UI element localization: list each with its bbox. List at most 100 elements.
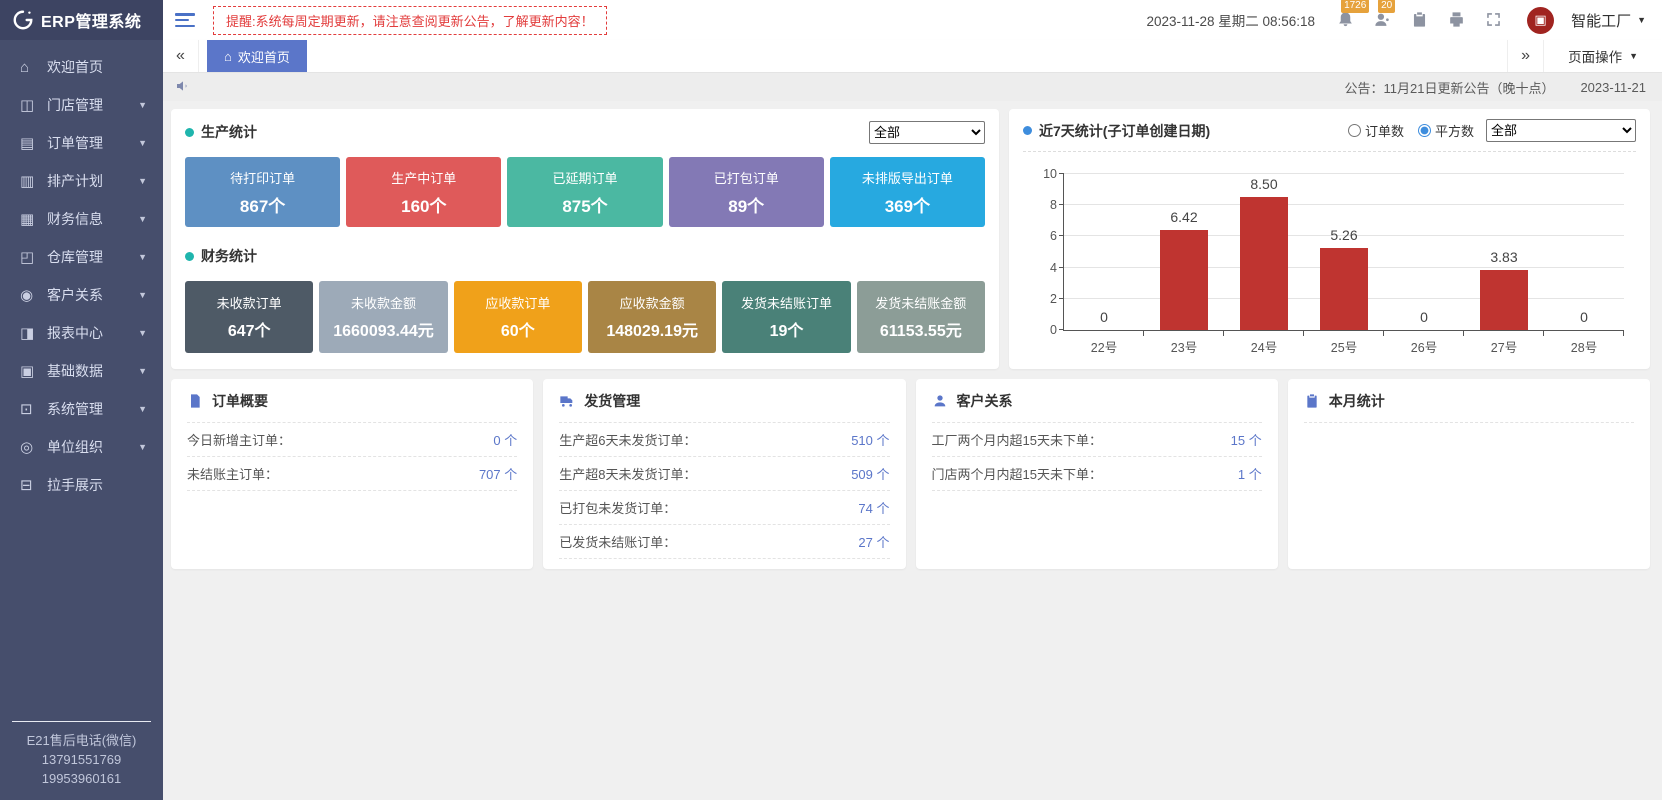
row-value[interactable]: 707 个 <box>479 464 517 483</box>
tab-welcome[interactable]: ⌂ 欢迎首页 <box>207 40 307 72</box>
menu-icon: ◫ <box>20 96 44 114</box>
stat-card-label: 应收款订单 <box>485 293 550 312</box>
stat-card[interactable]: 未收款订单 647个 <box>185 281 313 353</box>
row-value[interactable]: 0 个 <box>493 430 517 449</box>
chevron-down-icon: ▼ <box>138 214 147 224</box>
stat-card-value: 867个 <box>240 192 285 217</box>
sidebar-menu-item[interactable]: ◰ 仓库管理 ▼ <box>0 238 163 276</box>
stat-card-value: 89个 <box>728 192 764 217</box>
bar-chart: 0246810022号6.4223号8.5024号5.2625号026号3.83… <box>1027 158 1632 355</box>
x-axis-tick <box>1623 330 1624 336</box>
clipboard-icon[interactable] <box>1410 10 1430 30</box>
finance-cards: 未收款订单 647个 未收款金额 1660093.44元 应收款订单 <box>185 281 985 353</box>
stat-card[interactable]: 应收款订单 60个 <box>454 281 582 353</box>
bar-value-label: 5.26 <box>1304 227 1384 243</box>
menu-item-label: 排产计划 <box>47 171 138 191</box>
y-axis-label: 0 <box>1050 323 1057 337</box>
panel-row: 生产超8天未发货订单： 509 个 <box>559 457 889 491</box>
row-value[interactable]: 1 个 <box>1238 464 1262 483</box>
clipboard-icon <box>1304 393 1320 409</box>
radio-square-count[interactable]: 平方数 <box>1418 121 1474 140</box>
chart-filter-select[interactable]: 全部 <box>1486 119 1636 142</box>
tabs-scroll-left-icon[interactable]: « <box>163 40 199 72</box>
username[interactable]: 智能工厂 ▼ <box>1571 10 1646 31</box>
sidebar-menu-item[interactable]: ⊟ 拉手展示 ▼ <box>0 466 163 504</box>
panel-title: 发货管理 <box>584 391 640 411</box>
bar-column: 3.8327号 <box>1464 174 1544 330</box>
x-axis-tick <box>1383 330 1384 336</box>
stat-card[interactable]: 发货未结账金额 61153.55元 <box>857 281 985 353</box>
stat-card[interactable]: 已延期订单 875个 <box>507 157 662 227</box>
x-axis-label: 27号 <box>1464 337 1544 356</box>
datetime: 2023-11-28 星期二 08:56:18 <box>1146 10 1315 30</box>
avatar[interactable]: ▣ <box>1527 7 1554 34</box>
sidebar-menu-item[interactable]: ◫ 门店管理 ▼ <box>0 86 163 124</box>
fullscreen-icon[interactable] <box>1484 10 1504 30</box>
stat-card[interactable]: 发货未结账订单 19个 <box>722 281 850 353</box>
stat-card-value: 875个 <box>562 192 607 217</box>
bar <box>1480 270 1528 330</box>
row-value[interactable]: 27 个 <box>858 532 889 551</box>
section-dot <box>185 128 194 137</box>
stat-card-label: 未收款订单 <box>217 293 282 312</box>
sidebar-footer-divider <box>12 721 151 722</box>
sidebar: ERP管理系统 ⌂ 欢迎首页 ▼ ◫ 门店管理 ▼ ▤ 订单管理 <box>0 0 163 800</box>
sidebar-menu-item[interactable]: ⊡ 系统管理 ▼ <box>0 390 163 428</box>
logo: ERP管理系统 <box>0 0 163 40</box>
sidebar-menu-item[interactable]: ▣ 基础数据 ▼ <box>0 352 163 390</box>
stat-card[interactable]: 生产中订单 160个 <box>346 157 501 227</box>
bell-icon[interactable]: 1726 <box>1336 10 1356 30</box>
page-actions-dropdown[interactable]: 页面操作 ▼ <box>1543 40 1662 72</box>
y-axis-label: 10 <box>1043 167 1057 181</box>
stat-card[interactable]: 未收款金额 1660093.44元 <box>319 281 447 353</box>
panel-row: 工厂两个月内超15天未下单： 15 个 <box>932 423 1262 457</box>
sidebar-menu-item[interactable]: ◉ 客户关系 ▼ <box>0 276 163 314</box>
tabbar: « ⌂ 欢迎首页 » 页面操作 ▼ <box>163 40 1662 73</box>
stat-card[interactable]: 未排版导出订单 369个 <box>830 157 985 227</box>
app-title: ERP管理系统 <box>41 8 141 32</box>
panel-row: 生产超6天未发货订单： 510 个 <box>559 423 889 457</box>
menu-icon: ▤ <box>20 134 44 152</box>
stat-card-label: 生产中订单 <box>391 168 456 187</box>
stat-card-value: 148029.19元 <box>606 317 698 341</box>
sidebar-menu-item[interactable]: ◨ 报表中心 ▼ <box>0 314 163 352</box>
sidebar-menu-item[interactable]: ▥ 排产计划 ▼ <box>0 162 163 200</box>
x-axis-label: 25号 <box>1304 337 1384 356</box>
bar <box>1320 248 1368 330</box>
stat-card[interactable]: 已打包订单 89个 <box>669 157 824 227</box>
radio-order-count[interactable]: 订单数 <box>1348 121 1404 140</box>
x-axis-tick <box>1223 330 1224 336</box>
logo-icon <box>12 9 34 31</box>
x-axis-tick <box>1303 330 1304 336</box>
printer-icon[interactable] <box>1447 10 1467 30</box>
sidebar-menu-item[interactable]: ⌂ 欢迎首页 ▼ <box>0 48 163 86</box>
x-axis-label: 22号 <box>1064 337 1144 356</box>
production-filter-select[interactable]: 全部 <box>869 121 985 144</box>
row-value[interactable]: 74 个 <box>858 498 889 517</box>
chevron-down-icon: ▼ <box>138 442 147 452</box>
weekly-chart-panel: 近7天统计(子订单创建日期) 订单数 平方数 <box>1009 109 1650 369</box>
x-axis-tick <box>1543 330 1544 336</box>
bar <box>1240 197 1288 330</box>
sidebar-menu-item[interactable]: ▤ 订单管理 ▼ <box>0 124 163 162</box>
row-label: 未结账主订单： <box>187 464 278 483</box>
sidebar-menu-item[interactable]: ◎ 单位组织 ▼ <box>0 428 163 466</box>
user-add-icon[interactable]: 20 <box>1373 10 1393 30</box>
row-value[interactable]: 509 个 <box>851 464 889 483</box>
row-value[interactable]: 15 个 <box>1231 430 1262 449</box>
bar <box>1160 230 1208 330</box>
stat-card[interactable]: 待打印订单 867个 <box>185 157 340 227</box>
stat-card[interactable]: 应收款金额 148029.19元 <box>588 281 716 353</box>
section-dot <box>1023 126 1032 135</box>
bell-badge: 1726 <box>1341 0 1369 13</box>
panel-title: 客户关系 <box>957 391 1013 411</box>
row-value[interactable]: 510 个 <box>851 430 889 449</box>
tabs-scroll-right-icon[interactable]: » <box>1507 40 1543 72</box>
production-cards: 待打印订单 867个 生产中订单 160个 已延期订单 875个 <box>185 157 985 227</box>
menu-toggle-icon[interactable] <box>175 13 195 27</box>
chart-title: 近7天统计(子订单创建日期) <box>1039 121 1210 141</box>
sidebar-menu-item[interactable]: ▦ 财务信息 ▼ <box>0 200 163 238</box>
announcement-text[interactable]: 公告：11月21日更新公告（晚十点） <box>1344 78 1554 97</box>
radio-label: 订单数 <box>1365 121 1404 140</box>
support-phone-1: 13791551769 <box>0 750 163 769</box>
